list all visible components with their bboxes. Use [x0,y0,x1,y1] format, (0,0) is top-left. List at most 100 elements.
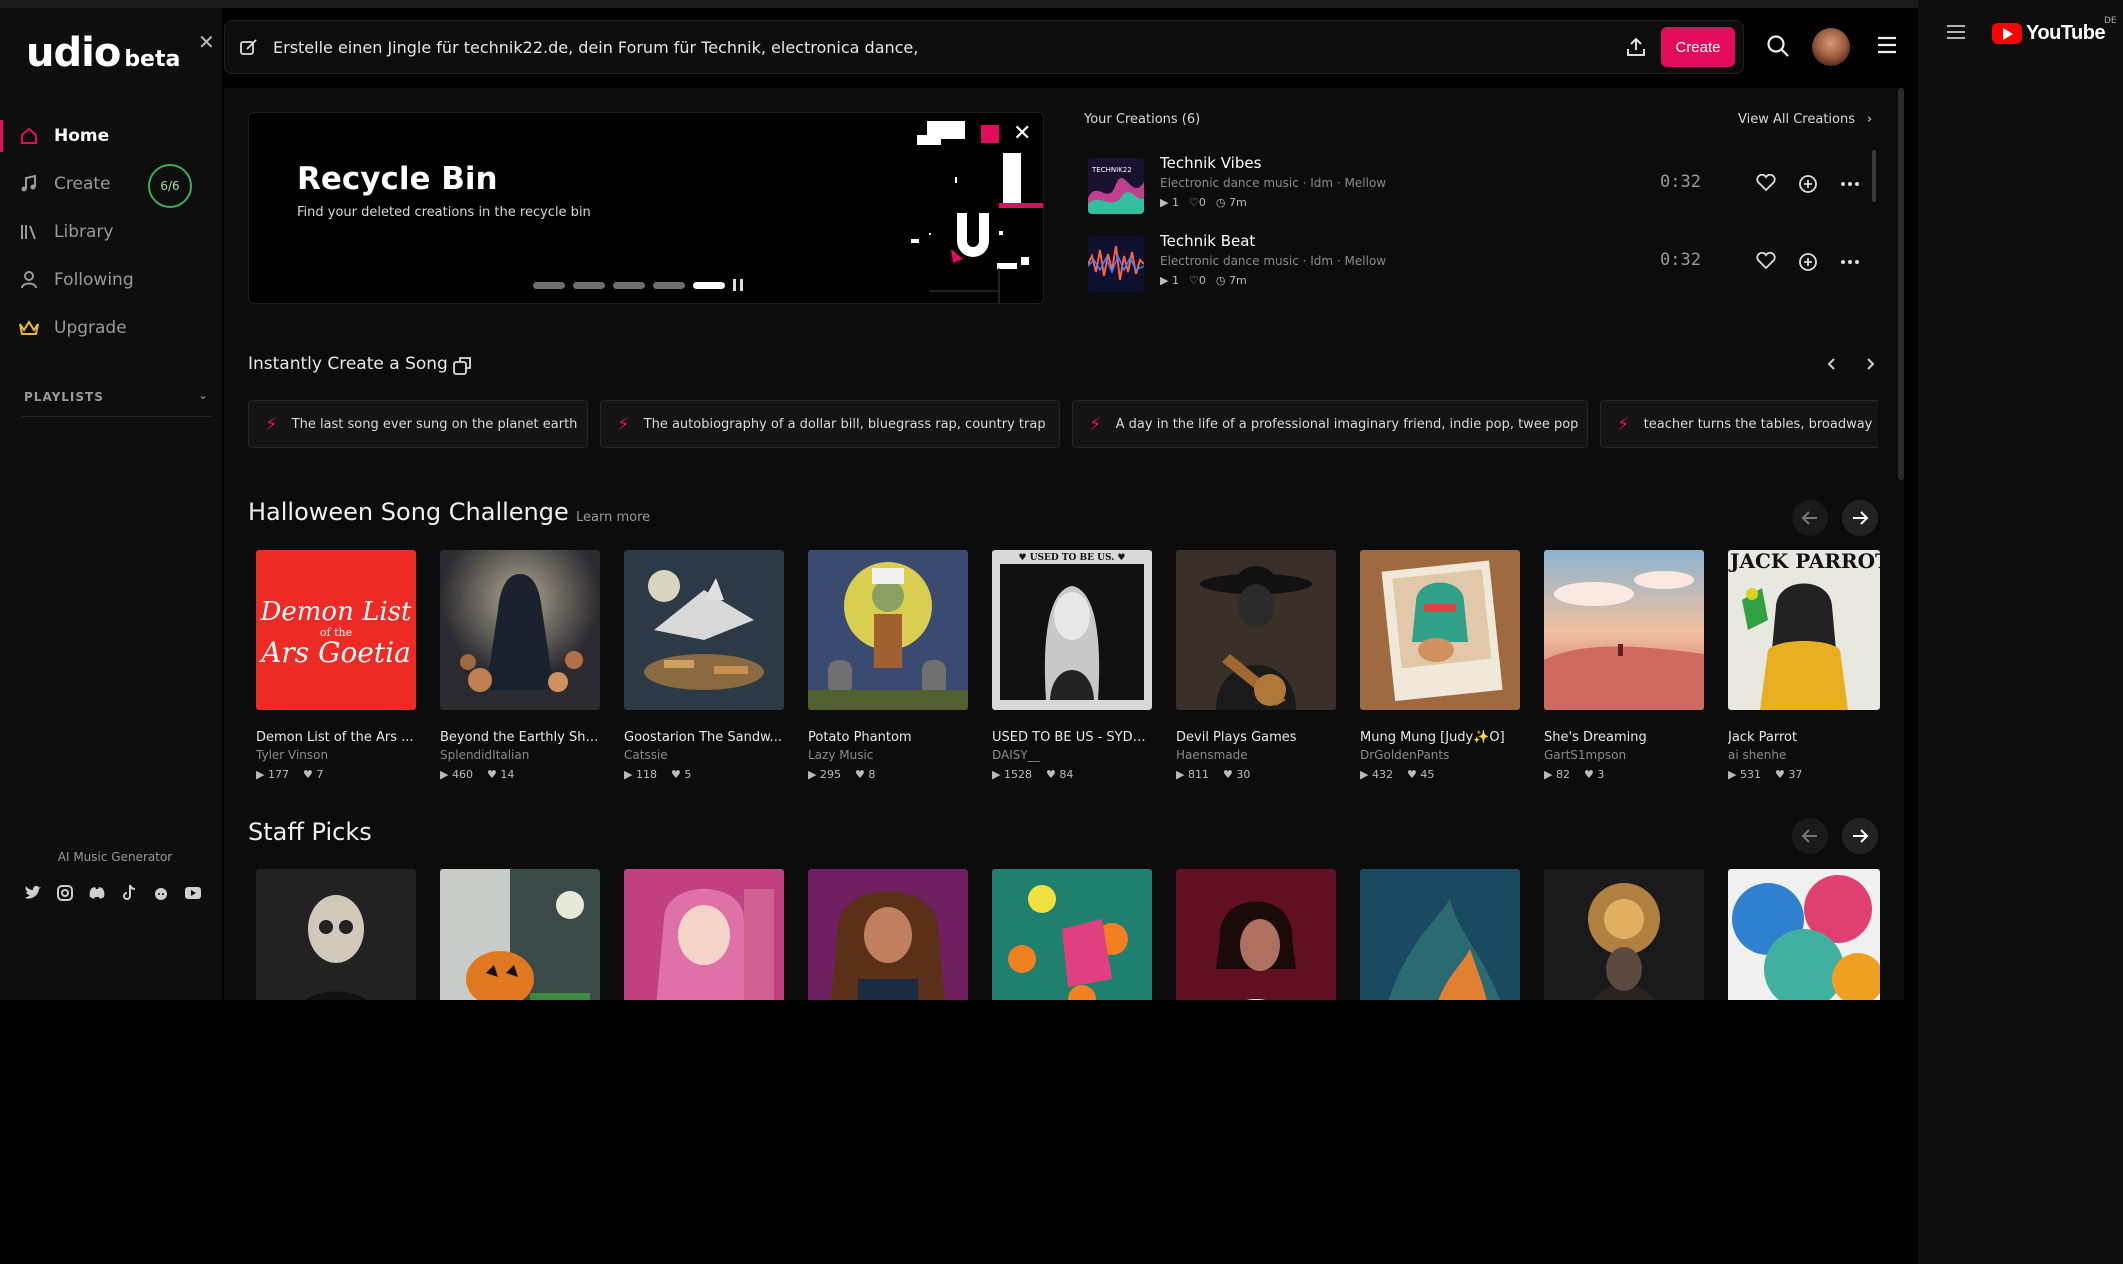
upload-icon[interactable] [1625,36,1647,62]
carousel-dot[interactable] [533,281,565,289]
track-row[interactable]: Technik Beat Electronic dance music · Id… [1088,232,1878,296]
song-card[interactable] [256,869,416,1000]
promo-banner[interactable]: Recycle Bin Find your deleted creations … [248,112,1044,304]
card-user[interactable]: Catssie [624,748,784,762]
like-heart-icon[interactable] [1756,251,1776,276]
udio-logo[interactable]: udio beta [26,30,180,76]
song-card[interactable]: Beyond the Earthly Shr... SplendidItalia… [440,550,600,781]
song-card[interactable] [624,869,784,1000]
like-heart-icon[interactable] [1756,173,1776,198]
arrow-left-icon[interactable] [1792,500,1828,536]
cover-art[interactable] [1544,550,1704,710]
carousel-dot[interactable] [573,281,605,289]
carousel-dot-active[interactable] [693,281,725,289]
song-card[interactable]: Devil Plays Games Haensmade ▶ 811 ♥ 30 [1176,550,1336,781]
card-title[interactable]: Devil Plays Games [1176,730,1336,745]
chevron-right-icon[interactable] [1866,356,1876,375]
song-card[interactable]: Potato Phantom Lazy Music ▶ 295 ♥ 8 [808,550,968,781]
instagram-icon[interactable] [56,884,74,902]
sidebar-item-home[interactable]: Home [0,112,222,160]
track-thumbnail[interactable] [1088,236,1144,292]
avatar[interactable] [1812,28,1850,66]
arrow-right-icon[interactable] [1842,500,1878,536]
cover-art[interactable] [808,869,968,1000]
song-card[interactable]: She's Dreaming GartS1mpson ▶ 82 ♥ 3 [1544,550,1704,781]
cover-art[interactable] [624,550,784,710]
song-card[interactable]: Mung Mung [Judy✨O] DrGoldenPants ▶ 432 ♥ … [1360,550,1520,781]
playlists-header[interactable]: PLAYLISTS [24,390,104,404]
prompt-chip[interactable]: ⚡ A day in the life of a professional ima… [1072,400,1588,448]
cover-art[interactable]: JACK PARROT [1728,550,1880,710]
card-title[interactable]: She's Dreaming [1544,730,1704,745]
card-title[interactable]: Beyond the Earthly Shr... [440,730,600,745]
pause-icon[interactable] [733,279,743,291]
track-row[interactable]: TECHNIK22 Technik Vibes Electronic dance… [1088,154,1878,218]
prompt-input[interactable]: Erstelle einen Jingle für technik22.de, … [273,38,918,57]
cover-art[interactable] [1544,869,1704,1000]
card-title[interactable]: Jack Parrot [1728,730,1880,745]
cover-art[interactable] [624,869,784,1000]
add-to-playlist-icon[interactable] [1798,252,1818,276]
cover-art[interactable] [256,869,416,1000]
card-title[interactable]: Mung Mung [Judy✨O] [1360,730,1520,745]
card-user[interactable]: SplendidItalian [440,748,600,762]
cover-art[interactable] [1176,550,1336,710]
twitter-icon[interactable] [24,884,42,902]
sidebar-item-create[interactable]: Create 6/6 [0,160,222,208]
prompt-chip[interactable]: ⚡ teacher turns the tables, broadway [1600,400,1878,448]
youtube-social-icon[interactable] [184,884,202,902]
search-icon[interactable] [1766,34,1790,62]
song-card[interactable]: JACK PARROT Jack Parrot ai shenhe ▶ 531 ♥… [1728,550,1880,781]
chevron-down-icon[interactable]: ⌄ [198,388,208,402]
youtube-logo[interactable]: YouTube [1992,22,2106,45]
prompt-chip[interactable]: ⚡ The autobiography of a dollar bill, blu… [600,400,1060,448]
learn-more-link[interactable]: Learn more [576,510,650,525]
cover-art[interactable] [1176,869,1336,1000]
track-title[interactable]: Technik Beat [1160,232,1255,250]
cover-art[interactable] [808,550,968,710]
song-card[interactable]: Goostarion The Sandw... Catssie ▶ 118 ♥ 5 [624,550,784,781]
card-user[interactable]: DAISY__ [992,748,1152,762]
sidebar-item-upgrade[interactable]: Upgrade [0,304,222,352]
song-card[interactable]: Demon List of the Ars Goetia Demon List of… [256,550,416,781]
close-sidebar-icon[interactable]: ✕ [198,30,215,54]
cover-art[interactable] [992,869,1152,1000]
song-card[interactable] [992,869,1152,1000]
song-card[interactable] [1728,869,1880,1000]
cover-art[interactable] [1728,869,1880,1000]
arrow-right-icon[interactable] [1842,818,1878,854]
sidebar-item-library[interactable]: Library [0,208,222,256]
chevron-left-icon[interactable] [1826,356,1836,375]
card-user[interactable]: Lazy Music [808,748,968,762]
card-user[interactable]: GartS1mpson [1544,748,1704,762]
cover-art[interactable]: ♥ USED TO BE US. ♥ [992,550,1152,710]
reddit-icon[interactable] [152,884,170,902]
card-user[interactable]: DrGoldenPants [1360,748,1520,762]
cover-art[interactable]: Demon List of the Ars Goetia [256,550,416,710]
song-card[interactable] [1360,869,1520,1000]
shuffle-icon[interactable] [452,354,474,380]
youtube-menu-icon[interactable] [1946,24,1966,44]
song-card[interactable]: ♥ USED TO BE US. ♥ USED TO BE US - SYDN.… [992,550,1152,781]
song-card[interactable] [1176,869,1336,1000]
carousel-dot[interactable] [613,281,645,289]
close-banner-icon[interactable]: ✕ [1013,121,1031,146]
more-options-icon[interactable] [1840,252,1860,276]
card-title[interactable]: Demon List of the Ars ... [256,730,416,745]
cover-art[interactable] [440,869,600,1000]
create-button[interactable]: Create [1661,27,1735,67]
cover-art[interactable] [1360,550,1520,710]
arrow-left-icon[interactable] [1792,818,1828,854]
card-user[interactable]: Haensmade [1176,748,1336,762]
menu-icon[interactable] [1876,36,1898,58]
cover-art[interactable] [440,550,600,710]
song-card[interactable] [808,869,968,1000]
prompt-chip[interactable]: ⚡ The last song ever sung on the planet e… [248,400,588,448]
track-title[interactable]: Technik Vibes [1160,154,1261,172]
carousel-dot[interactable] [653,281,685,289]
card-title[interactable]: Potato Phantom [808,730,968,745]
view-all-creations-link[interactable]: View All Creations › [1738,112,1872,127]
more-options-icon[interactable] [1840,174,1860,198]
song-card[interactable] [1544,869,1704,1000]
sidebar-item-following[interactable]: Following [0,256,222,304]
